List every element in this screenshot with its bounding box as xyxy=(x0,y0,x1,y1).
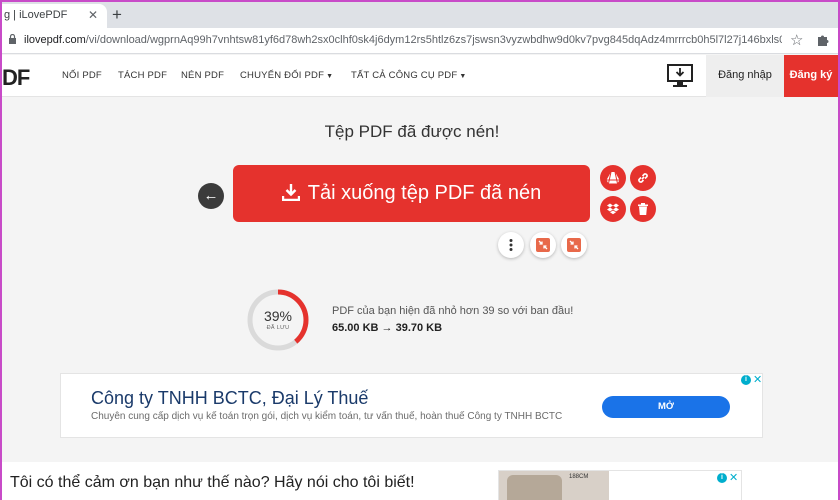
tab-close-icon[interactable]: ✕ xyxy=(88,8,98,22)
compress-icon xyxy=(536,238,550,252)
browser-tab-bar: g | iLovePDF ✕ + xyxy=(2,2,838,28)
site-header: DF NỐI PDF TÁCH PDF NÉN PDF CHUYỂN ĐỔI P… xyxy=(2,55,838,97)
ad-open-button[interactable]: MỞ xyxy=(602,396,730,418)
delete-button[interactable] xyxy=(630,196,656,222)
compress-tool-button[interactable] xyxy=(561,232,587,258)
browser-tab[interactable]: g | iLovePDF ✕ xyxy=(2,4,107,28)
address-bar[interactable]: ilovepdf.com/vi/download/wgprnAq99h7vnht… xyxy=(2,28,838,54)
lock-icon xyxy=(9,34,16,44)
nav-split-pdf[interactable]: TÁCH PDF xyxy=(118,70,167,81)
ad-close-icon[interactable]: ✕ xyxy=(753,373,762,386)
download-button[interactable]: Tải xuống tệp PDF đã nén xyxy=(233,165,590,222)
ad-banner[interactable]: Công ty TNHH BCTC, Đại Lý Thuế Chuyên cu… xyxy=(60,373,763,438)
desktop-download-icon[interactable] xyxy=(666,63,694,89)
caret-down-icon: ▼ xyxy=(459,73,467,80)
ad-info-icon[interactable]: i xyxy=(717,473,727,483)
signup-button[interactable]: Đăng ký xyxy=(784,55,838,97)
google-drive-icon xyxy=(606,171,620,184)
result-size: 65.00 KB → 39.70 KB xyxy=(332,322,443,334)
login-button[interactable]: Đăng nhập xyxy=(706,55,784,97)
page-title: Tệp PDF đã được nén! xyxy=(324,122,500,141)
caret-down-icon: ▼ xyxy=(326,73,334,80)
nav-merge-pdf[interactable]: NỐI PDF xyxy=(62,70,102,81)
chair-image xyxy=(507,475,562,500)
savings-percent: 39% xyxy=(263,308,293,324)
bookmark-star-icon[interactable]: ☆ xyxy=(790,31,803,49)
ad-description: Chuyên cung cấp dịch vụ kế toán trọn gói… xyxy=(91,411,563,422)
ad-info-icon[interactable]: i xyxy=(741,375,751,385)
ad-close-icon[interactable]: ✕ xyxy=(729,471,738,484)
ilovepdf-logo[interactable]: DF xyxy=(2,65,30,91)
url-text[interactable]: ilovepdf.com/vi/download/wgprnAq99h7vnht… xyxy=(24,34,782,46)
savings-label: ĐÃ LƯU xyxy=(266,325,290,331)
dropbox-button[interactable] xyxy=(600,196,626,222)
result-message: PDF của bạn hiện đã nhỏ hơn 39 so với ba… xyxy=(332,305,574,317)
compress-icon xyxy=(567,238,581,252)
nav-compress-pdf[interactable]: NÉN PDF xyxy=(181,70,224,81)
share-link-button[interactable] xyxy=(630,165,656,191)
side-ad[interactable]: 188CM i ✕ xyxy=(498,470,742,500)
google-drive-button[interactable] xyxy=(600,165,626,191)
feedback-section: Tôi có thể cảm ơn bạn như thế nào? Hãy n… xyxy=(2,462,838,500)
tab-title: g | iLovePDF xyxy=(4,9,68,21)
more-vertical-icon xyxy=(509,239,513,251)
feedback-heading: Tôi có thể cảm ơn bạn như thế nào? Hãy n… xyxy=(10,474,415,491)
ad-measure-label: 188CM xyxy=(569,474,589,480)
nav-convert-pdf[interactable]: CHUYỂN ĐỔI PDF ▼ xyxy=(240,70,333,81)
ad-title[interactable]: Công ty TNHH BCTC, Đại Lý Thuế xyxy=(91,388,368,409)
back-button[interactable]: ← xyxy=(198,183,224,209)
compress-again-button[interactable] xyxy=(530,232,556,258)
extensions-puzzle-icon[interactable] xyxy=(816,33,830,47)
new-tab-button[interactable]: + xyxy=(112,5,122,25)
nav-all-tools[interactable]: TẤT CẢ CÔNG CỤ PDF ▼ xyxy=(351,70,467,81)
download-label: Tải xuống tệp PDF đã nén xyxy=(307,182,542,204)
link-icon xyxy=(638,173,648,183)
ad-product-image[interactable]: 188CM xyxy=(499,471,609,500)
dropbox-icon xyxy=(607,203,619,215)
arrow-left-icon: ← xyxy=(203,187,219,204)
more-options-button[interactable] xyxy=(498,232,524,258)
download-icon xyxy=(281,184,300,201)
trash-icon xyxy=(638,203,648,215)
